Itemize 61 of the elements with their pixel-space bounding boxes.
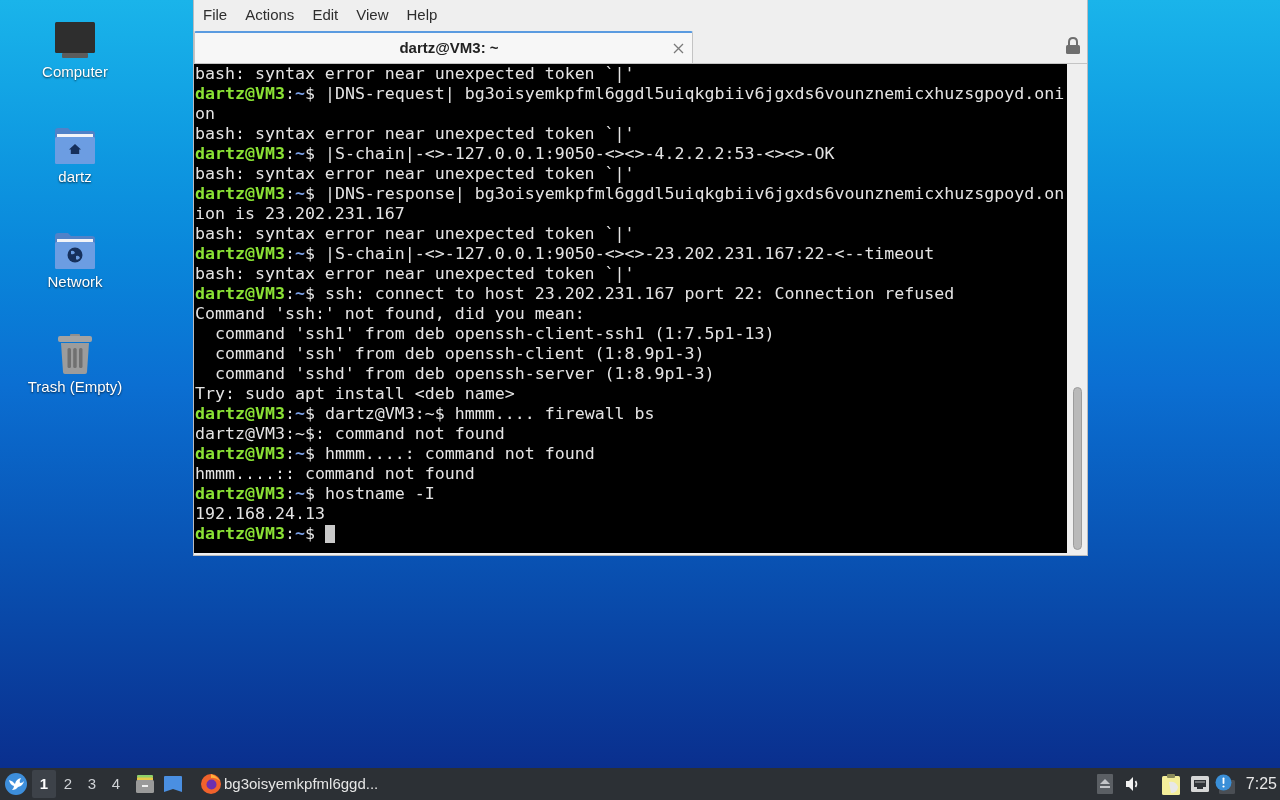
command-text: |S-chain|-<>-127.0.0.1:9050-<><>-23.202.231.167:22-<--timeout <box>324 243 935 265</box>
shell-prompt: dartz@VM3:~$ <box>195 482 315 505</box>
output-line: bash: syntax error near unexpected token `|' <box>195 263 635 285</box>
menu-item[interactable]: View <box>347 5 398 25</box>
close-icon[interactable] <box>673 42 684 54</box>
shell-prompt: dartz@VM3:~$ <box>195 522 315 545</box>
notification-icon[interactable] <box>1214 774 1235 794</box>
menu-item[interactable]: Help <box>397 5 447 25</box>
clipboard-icon[interactable] <box>1161 773 1180 795</box>
task-button[interactable]: bg3oisyemkpfml6ggd... <box>197 770 383 798</box>
shell-prompt: dartz@VM3:~$ <box>195 442 315 465</box>
menu-item[interactable]: Actions <box>236 5 304 25</box>
show-desktop-icon[interactable] <box>164 776 182 792</box>
output-line: 192.168.24.13 <box>195 502 325 525</box>
output-line: hmmm....:: command not found <box>195 462 475 485</box>
workspace-button[interactable]: 2 <box>56 770 80 798</box>
globe-logo-icon <box>201 774 221 794</box>
command-text: |S-chain|-<>-127.0.0.1:9050-<><>-4.2.2.2:53-<><>-OK <box>324 143 835 165</box>
output-line: command 'ssh' from deb openssh-client (1:8.9p1-3) <box>213 342 705 365</box>
file-cabinet-icon[interactable] <box>136 775 154 793</box>
command-text: hostname -I <box>324 482 435 505</box>
output-line: on <box>195 102 215 125</box>
output-line: bash: syntax error near unexpected token `|' <box>195 163 635 185</box>
shell-prompt: dartz@VM3:~$ <box>195 402 315 425</box>
network-port-icon[interactable] <box>1190 776 1209 792</box>
trash-icon <box>58 334 92 374</box>
output-line: ion is 23.202.231.167 <box>195 203 405 225</box>
menu-item[interactable]: Edit <box>303 5 348 25</box>
command-text: ssh: connect to host 23.202.231.167 port 22: Connection refused <box>324 283 955 305</box>
command-text: hmmm....: command not found <box>324 442 595 465</box>
home-folder-icon <box>55 128 95 164</box>
shell-prompt: dartz@VM3:~$ <box>195 142 315 165</box>
output-line: bash: syntax error near unexpected token `|' <box>195 62 635 85</box>
workspace-button[interactable]: 4 <box>104 770 128 798</box>
eject-icon[interactable] <box>1096 774 1113 794</box>
monitor-icon <box>55 22 95 59</box>
shell-prompt: dartz@VM3:~$ <box>195 82 315 105</box>
workspace-button[interactable]: 3 <box>80 770 104 798</box>
output-line: bash: syntax error near unexpected token `|' <box>195 122 635 145</box>
shell-prompt: dartz@VM3:~$ <box>195 242 315 265</box>
network-folder-icon <box>55 233 95 269</box>
command-text: |DNS-request| bg3oisyemkpfml6ggdl5uiqkgbiiv6jgxds6vounznemicxhuzsgpoyd.oni <box>324 83 1065 105</box>
shell-prompt: dartz@VM3:~$ <box>195 182 315 205</box>
output-line: bash: syntax error near unexpected token `|' <box>195 222 635 245</box>
shell-prompt: dartz@VM3:~$ <box>195 282 315 305</box>
output-line: Command 'ssh:' not found, did you mean: <box>195 302 585 325</box>
menu-item[interactable]: File <box>194 5 237 25</box>
padlock-icon[interactable] <box>1066 37 1080 54</box>
workspace-button[interactable]: 1 <box>32 770 56 798</box>
desktop-shortcut[interactable]: Network <box>10 210 140 315</box>
output-line: Try: sudo apt install <deb name> <box>195 382 515 405</box>
output-line: command 'ssh1' from deb openssh-client-ssh1 (1:7.5p1-13) <box>213 322 775 345</box>
command-text: |DNS-response| bg3oisyemkpfml6ggdl5uiqkgbiiv6jgxds6vounznemicxhuzsgpoyd.on <box>324 183 1065 205</box>
command-text: dartz@VM3:~$ hmmm.... firewall bs <box>324 402 655 425</box>
output-line: command 'sshd' from deb openssh-server (1:8.9p1-3) <box>213 362 715 385</box>
clock-text[interactable]: 7:25 <box>1245 772 1277 796</box>
output-line: dartz@VM3:~$: command not found <box>195 422 505 445</box>
scrollbar-thumb[interactable] <box>1072 387 1082 550</box>
bird-logo-icon <box>5 773 27 795</box>
terminal-tab[interactable]: dartz@VM3: ~ <box>194 31 693 63</box>
desktop-shortcut[interactable]: Trash (Empty) <box>10 315 140 420</box>
